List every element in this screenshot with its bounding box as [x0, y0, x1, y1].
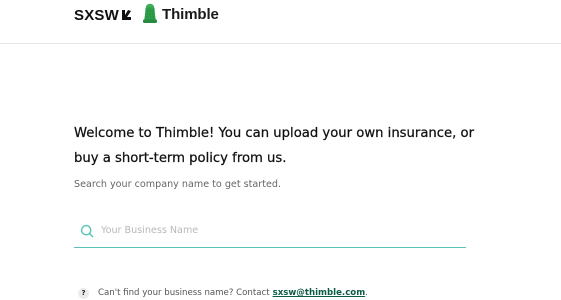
search-icon: [80, 224, 94, 237]
sxsw-logo-text: SXSW: [74, 6, 119, 24]
contact-email-link[interactable]: sxsw@thimble.com: [273, 288, 366, 298]
sxsw-arrow-icon: [121, 10, 131, 20]
help-text: Can't find your business name? Contact: [98, 288, 270, 298]
thimble-icon: [143, 3, 157, 23]
business-name-input[interactable]: [101, 220, 441, 241]
page-title: Welcome to Thimble! You can upload your …: [74, 126, 475, 166]
help-row: ? Can't find your business name? Contact…: [78, 286, 368, 300]
search-instructions: Search your company name to get started.: [74, 179, 282, 190]
site-header: SXSW Thimble: [0, 0, 561, 44]
help-question-icon: ?: [78, 287, 89, 299]
help-trailing-punctuation: .: [365, 288, 368, 298]
page: SXSW Thimble Welcome to Thimble! You can…: [0, 0, 561, 300]
thimble-logo[interactable]: Thimble: [142, 3, 219, 25]
business-search-field[interactable]: [74, 214, 466, 248]
thimble-logo-text: Thimble: [162, 5, 219, 23]
sxsw-logo[interactable]: SXSW: [74, 6, 132, 24]
